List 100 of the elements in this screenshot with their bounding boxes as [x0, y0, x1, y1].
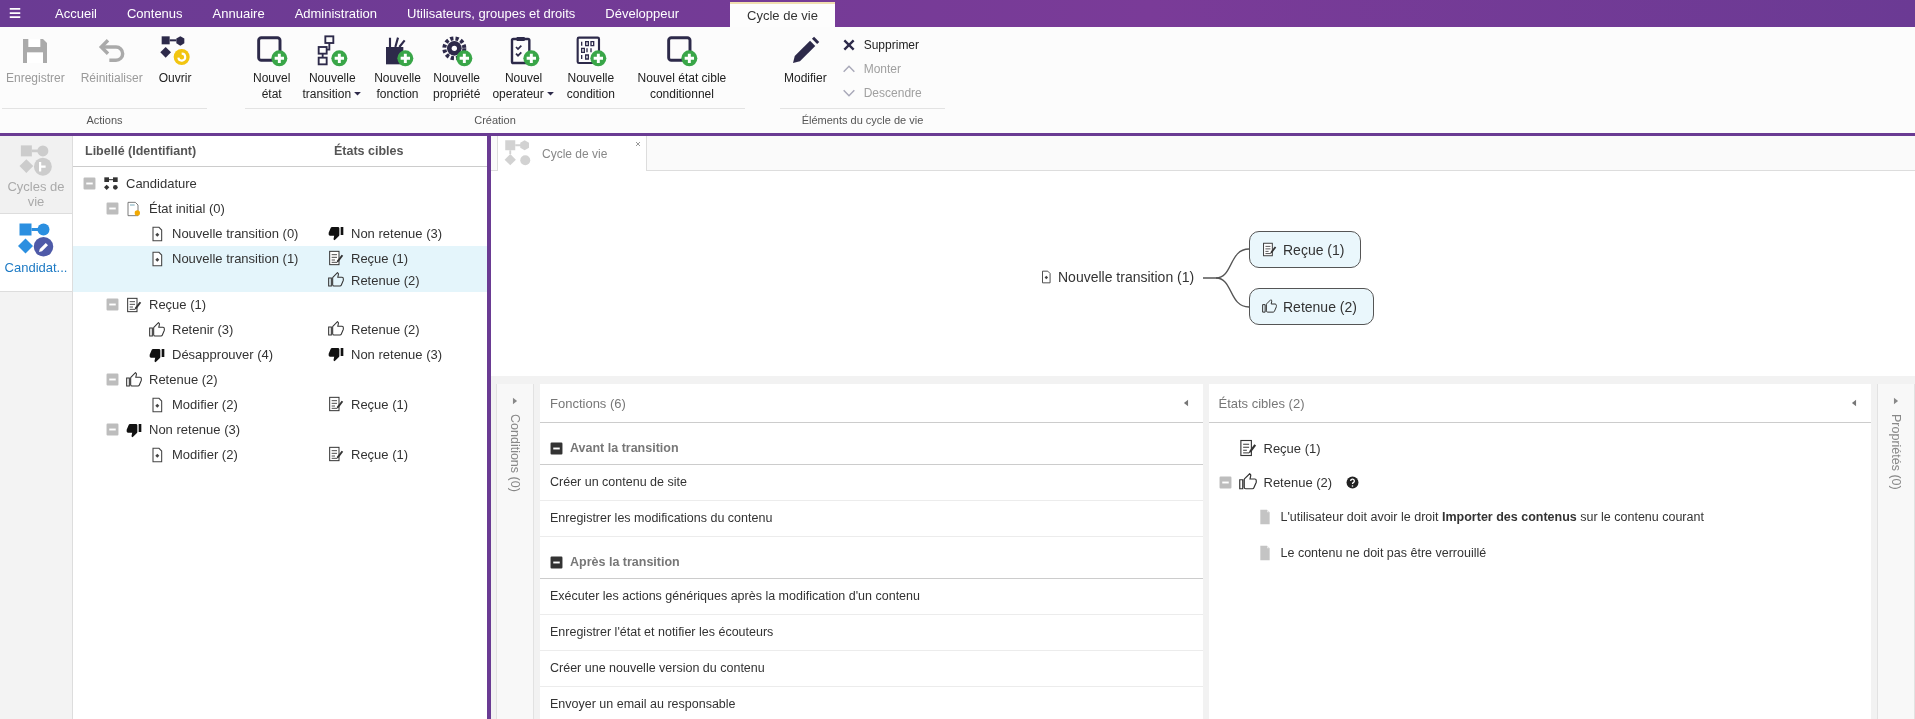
collapse-toggle[interactable] [106, 423, 119, 436]
side-tab[interactable]: Candidat... [0, 214, 72, 292]
target-state-label: Reçue (1) [1263, 440, 1321, 456]
tab-label: Cycle de vie [542, 146, 608, 161]
thumbs-down-icon [149, 346, 165, 363]
function-item[interactable]: Créer une nouvelle version du contenu [540, 651, 1203, 687]
thumbs-up-icon [149, 321, 165, 338]
tree-row[interactable]: Retenue (2) [73, 367, 487, 392]
menu-tab[interactable]: Utilisateurs, groupes et droits [392, 0, 591, 27]
transition-icon [149, 446, 165, 463]
tree-row[interactable]: Candidature [73, 171, 487, 196]
tree-label: Modifier (2) [172, 397, 238, 412]
function-item[interactable]: Enregistrer les modifications du contenu [540, 501, 1203, 537]
section-title: Avant la transition [570, 441, 679, 455]
tree-row[interactable]: Non retenue (3) [73, 417, 487, 442]
panel-title: États cibles (2) [1218, 395, 1305, 411]
help-icon[interactable] [1346, 475, 1360, 489]
tree-row[interactable]: Modifier (2) Reçue (1) [73, 392, 487, 417]
add-gear-icon [440, 35, 473, 67]
collapse-toggle[interactable] [106, 298, 119, 311]
thumbs-up-icon [1238, 473, 1257, 491]
received-icon [328, 396, 344, 412]
group-label: Création [245, 108, 745, 133]
tree-label: Nouvelle transition (1) [172, 251, 299, 266]
connector-line [1215, 277, 1250, 308]
thumbs-up-icon [1262, 299, 1277, 314]
thumbs-up-icon [328, 321, 344, 337]
panel-title: Fonctions (6) [550, 395, 626, 411]
add-binary-icon [574, 35, 607, 67]
flow-icon [103, 175, 119, 192]
tree-label: Retenir (3) [172, 322, 234, 337]
target-state-label: Non retenue (3) [351, 225, 443, 241]
ribbon-button[interactable]: Nouvelle transition [298, 35, 367, 102]
thumbs-down-icon [328, 225, 344, 241]
ribbon-button[interactable]: Nouvelle condition [562, 35, 619, 102]
received-icon [328, 250, 344, 266]
menu-tab[interactable]: Annuaire [197, 0, 280, 27]
collapse-toggle[interactable] [106, 202, 119, 215]
collapse-toggle[interactable] [83, 177, 96, 190]
collapse-toggle[interactable] [550, 442, 563, 455]
received-icon [1262, 242, 1277, 257]
add-square-icon [665, 35, 698, 67]
function-item[interactable]: Enregistrer l'état et notifier les écouteurs [540, 615, 1203, 651]
condition-text: Le contenu ne doit pas être verrouillé [1280, 546, 1487, 560]
menu-tab[interactable]: Cycle de vie [730, 2, 835, 27]
function-item[interactable]: Créer un contenu de site [540, 465, 1203, 501]
ribbon-button[interactable]: Nouvel état cible conditionnel [622, 35, 741, 102]
menu-tab[interactable]: Administration [279, 0, 392, 27]
group-label: Éléments du cycle de vie [780, 108, 945, 133]
function-item[interactable]: Envoyer un email au responsable [540, 687, 1203, 719]
received-icon [328, 446, 344, 462]
tree-row[interactable]: Désapprouver (4) Non retenue (3) [73, 342, 487, 367]
target-state-label: Non retenue (3) [351, 346, 443, 362]
ribbon-button[interactable]: Nouvel état [249, 35, 295, 102]
collapse-toggle[interactable] [550, 556, 563, 569]
connector-line [1202, 248, 1250, 279]
thumbs-up-icon [126, 371, 142, 388]
thumbs-up-icon [328, 272, 344, 288]
tree-row[interactable]: Nouvelle transition (1) Reçue (1) Retenue (2) [73, 246, 487, 292]
add-square-icon [255, 35, 288, 67]
menu-icon[interactable] [8, 6, 22, 20]
state-node[interactable]: Retenue (2) [1249, 288, 1374, 325]
tree-label: État initial (0) [149, 201, 225, 216]
tree-row[interactable]: État initial (0) [73, 196, 487, 221]
menu-tab[interactable]: Contenus [111, 0, 198, 27]
target-state-label: Reçue (1) [351, 446, 409, 462]
transition-icon [1039, 270, 1053, 284]
tree-label: Nouvelle transition (0) [172, 226, 299, 241]
received-icon [1238, 439, 1257, 457]
received-icon [126, 296, 142, 313]
function-item[interactable]: Exécuter les actions génériques après la modification d'un contenu [540, 579, 1203, 615]
initial-icon [126, 200, 142, 217]
ribbon-button[interactable]: Nouvelle fonction [370, 35, 425, 102]
editor-tab[interactable]: Cycle de vie [497, 136, 647, 171]
target-state-label: Retenue (2) [1263, 474, 1333, 490]
tree-row[interactable]: Reçue (1) [73, 292, 487, 317]
menu-tab[interactable]: Développeur [590, 0, 695, 27]
properties-panel-tab[interactable]: Propriétés (0) [1877, 384, 1915, 719]
ribbon-button[interactable]: Modifier [780, 35, 831, 86]
target-state-label: Retenue (2) [351, 272, 420, 288]
node-label: Nouvelle transition (1) [1058, 269, 1195, 285]
state-node[interactable]: Reçue (1) [1249, 231, 1362, 268]
transition-icon [149, 225, 165, 242]
ribbon-button[interactable]: Nouvel operateur [488, 35, 559, 102]
ribbon-button[interactable]: Nouvelle propriété [428, 35, 485, 102]
add-diagram-icon [316, 35, 349, 67]
target-state-label: Retenue (2) [351, 321, 420, 337]
tree-label: Désapprouver (4) [172, 347, 274, 362]
close-icon[interactable] [634, 140, 642, 148]
ribbon-button[interactable]: Supprimer [838, 33, 924, 57]
tree-label: Candidature [126, 176, 197, 191]
group-label: Actions [2, 108, 207, 133]
collapse-toggle[interactable] [1218, 475, 1232, 489]
tree-row[interactable]: Modifier (2) Reçue (1) [73, 442, 487, 467]
tree-label: Reçue (1) [149, 297, 207, 312]
menu-tab[interactable]: Accueil [40, 0, 112, 27]
tree-row[interactable]: Nouvelle transition (0) Non retenue (3) [73, 221, 487, 246]
ribbon-button[interactable]: Ouvrir [154, 35, 196, 86]
collapse-toggle[interactable] [106, 373, 119, 386]
tree-row[interactable]: Retenir (3) Retenue (2) [73, 317, 487, 342]
